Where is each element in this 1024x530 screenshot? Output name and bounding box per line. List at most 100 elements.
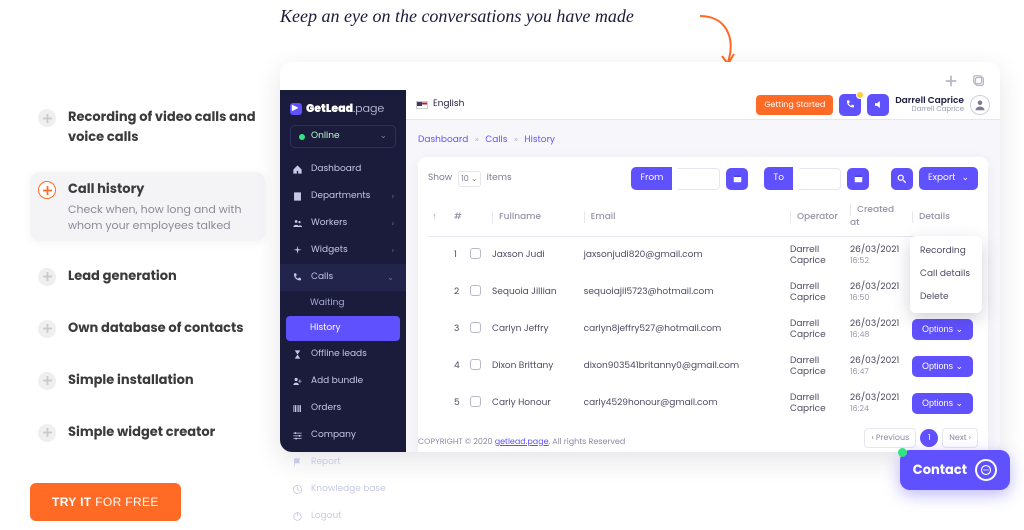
language-selector[interactable]: English xyxy=(416,98,464,111)
col-sort[interactable]: ↑ xyxy=(428,198,450,237)
feature-title: Lead generation xyxy=(68,266,177,286)
table-row: 2Sequoia Jilliansequoiajil5723@hotmail.c… xyxy=(428,274,978,311)
plus-icon xyxy=(38,181,56,199)
row-operator: DarrellCaprice xyxy=(786,348,846,385)
row-operator: DarrellCaprice xyxy=(786,274,846,311)
col-created[interactable]: Created at xyxy=(846,198,908,237)
options-button[interactable]: Options ⌄ xyxy=(912,393,973,414)
sidebar-item-report[interactable]: Report xyxy=(280,449,406,476)
col-operator[interactable]: Operator xyxy=(786,198,846,237)
sidebar-sub-history[interactable]: History xyxy=(286,316,400,341)
feature-install[interactable]: Simple installation xyxy=(30,363,265,397)
col-fullname[interactable]: Fullname xyxy=(488,198,580,237)
user-menu[interactable]: Darrell Caprice Darrell Caprice xyxy=(895,95,990,115)
feature-lead-gen[interactable]: Lead generation xyxy=(30,259,265,293)
chevron-down-icon: ⌄ xyxy=(387,272,394,284)
row-checkbox[interactable] xyxy=(470,248,481,259)
row-created: 26/03/202116:50 xyxy=(846,274,908,311)
date-from-label: From xyxy=(631,167,672,190)
options-delete[interactable]: Delete xyxy=(910,286,982,309)
plus-icon[interactable] xyxy=(942,72,960,90)
crumb-calls[interactable]: Calls xyxy=(485,134,507,146)
plus-icon xyxy=(38,424,56,442)
sidebar-item-workers[interactable]: Workers› xyxy=(280,210,406,237)
sidebar-item-knowledge-base[interactable]: Knowledge base xyxy=(280,476,406,503)
sidebar-item-widgets[interactable]: Widgets› xyxy=(280,237,406,264)
crumb-dashboard[interactable]: Dashboard xyxy=(418,134,468,146)
contact-widget[interactable]: Contact xyxy=(900,450,1010,490)
row-name: Sequoia Jillian xyxy=(488,274,580,311)
sound-button[interactable] xyxy=(867,94,889,116)
crumb-history: History xyxy=(524,134,555,146)
breadcrumb: Dashboard » Calls » History xyxy=(418,134,988,147)
power-icon xyxy=(292,511,303,522)
row-checkbox[interactable] xyxy=(470,359,481,370)
feature-title: Simple installation xyxy=(68,370,194,390)
plus-icon xyxy=(38,320,56,338)
calendar-from-button[interactable] xyxy=(726,168,748,190)
row-name: Carlyn Jeffry xyxy=(488,311,580,348)
date-to-label: To xyxy=(764,167,793,190)
sidebar-sub-waiting[interactable]: Waiting xyxy=(280,291,406,316)
copy-icon[interactable] xyxy=(970,72,988,90)
row-checkbox[interactable] xyxy=(470,322,481,333)
status-label: Online xyxy=(311,130,340,143)
col-details[interactable]: Details xyxy=(908,198,978,237)
feature-recording[interactable]: Recording of video calls and voice calls xyxy=(30,100,265,154)
sidebar-item-departments[interactable]: Departments› xyxy=(280,183,406,210)
row-email: carlyn8jeffry527@hotmail.com xyxy=(580,311,786,348)
feature-widget-creator[interactable]: Simple widget creator xyxy=(30,415,265,449)
row-created: 26/03/202116:24 xyxy=(846,385,908,422)
options-recording[interactable]: Recording xyxy=(910,240,982,263)
brand-logo[interactable]: GetLead.page xyxy=(280,90,406,125)
col-email[interactable]: Email xyxy=(580,198,786,237)
chevron-down-icon: ⌄ xyxy=(379,130,387,143)
feature-call-history[interactable]: Call history Check when, how long and wi… xyxy=(30,172,265,241)
feature-database[interactable]: Own database of contacts xyxy=(30,311,265,345)
user-plus-icon xyxy=(292,376,303,387)
sidebar-item-dashboard[interactable]: Dashboard xyxy=(280,156,406,183)
table-row: 1Jaxson Judijaxsonjudi820@gmail.comDarre… xyxy=(428,237,978,275)
hourglass-icon xyxy=(292,349,303,360)
sidebar-item-logout[interactable]: Logout xyxy=(280,503,406,530)
col-select[interactable] xyxy=(466,198,488,237)
panel-toolbar: Show 10 ⌄ items From To Export ⌄ xyxy=(428,167,978,190)
sidebar-item-offline-leads[interactable]: Offline leads xyxy=(280,341,406,368)
copyright-link[interactable]: getlead.page xyxy=(495,436,549,447)
topbar: English Getting Started Darrell Caprice … xyxy=(406,90,1000,120)
page-size-select[interactable]: 10 ⌄ xyxy=(458,171,480,187)
options-button[interactable]: Options ⌄ xyxy=(912,319,973,340)
sidebar-item-calls[interactable]: Calls⌄ xyxy=(280,264,406,291)
row-num: 4 xyxy=(450,348,466,385)
date-to-input[interactable] xyxy=(799,168,841,190)
table-row: 4Dixon Brittanydixon903541britanny0@gmai… xyxy=(428,348,978,385)
search-button[interactable] xyxy=(891,168,913,190)
pager-next[interactable]: Next › xyxy=(942,428,978,448)
pager-current[interactable]: 1 xyxy=(920,429,938,447)
content-area: Dashboard » Calls » History Show 10 ⌄ it… xyxy=(406,120,1000,452)
status-selector[interactable]: Online ⌄ xyxy=(290,125,396,148)
row-checkbox[interactable] xyxy=(470,285,481,296)
row-checkbox[interactable] xyxy=(470,396,481,407)
sidebar-item-add-bundle[interactable]: Add bundle xyxy=(280,368,406,395)
options-call-details[interactable]: Call details xyxy=(910,263,982,286)
sliders-icon xyxy=(292,430,303,441)
home-icon xyxy=(292,164,303,175)
dial-button[interactable] xyxy=(839,94,861,116)
feature-list: Recording of video calls and voice calls… xyxy=(30,100,265,521)
export-button[interactable]: Export ⌄ xyxy=(919,167,978,190)
table-row: 5Carly Honourcarly4529honour@gmail.comDa… xyxy=(428,385,978,422)
date-from-input[interactable] xyxy=(678,168,720,190)
col-num[interactable]: # xyxy=(450,198,466,237)
options-button[interactable]: Options ⌄ xyxy=(912,356,973,377)
row-email: sequoiajil5723@hotmail.com xyxy=(580,274,786,311)
calendar-to-button[interactable] xyxy=(847,168,869,190)
plus-icon xyxy=(38,268,56,286)
sidebar-item-orders[interactable]: Orders xyxy=(280,395,406,422)
getting-started-button[interactable]: Getting Started xyxy=(756,95,833,115)
try-free-button[interactable]: TRY IT FOR FREE xyxy=(30,483,181,521)
row-created: 26/03/202116:48 xyxy=(846,311,908,348)
row-operator: DarrellCaprice xyxy=(786,385,846,422)
sidebar-item-company[interactable]: Company xyxy=(280,422,406,449)
pager-prev[interactable]: ‹ Previous xyxy=(864,428,916,448)
